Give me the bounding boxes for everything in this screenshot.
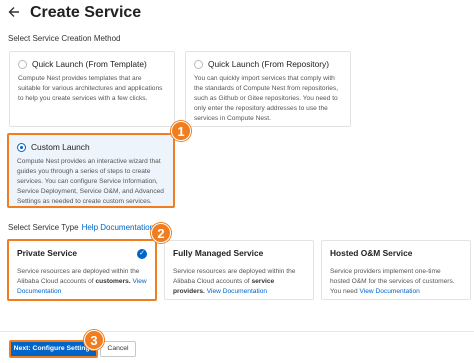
option-quick-launch-template[interactable]: Quick Launch (From Template) Compute Nes… bbox=[9, 51, 175, 127]
service-type-fully-managed[interactable]: Fully Managed Service Service resources … bbox=[164, 240, 314, 300]
option-quick-launch-repository[interactable]: Quick Launch (From Repository) You can q… bbox=[185, 51, 351, 127]
option-custom-launch[interactable]: Custom Launch Compute Nest provides an i… bbox=[7, 133, 175, 208]
desc-text: Service resources are deployed within th… bbox=[173, 268, 296, 285]
creation-method-label: Select Service Creation Method bbox=[8, 34, 121, 43]
service-type-title: Hosted O&M Service bbox=[330, 248, 413, 258]
annotation-badge-1: 1 bbox=[171, 121, 191, 141]
service-type-description: Service resources are deployed within th… bbox=[173, 267, 305, 297]
service-type-hosted-om[interactable]: Hosted O&M Service Service providers imp… bbox=[321, 240, 471, 300]
annotation-badge-2: 2 bbox=[151, 223, 171, 243]
option-title: Quick Launch (From Repository) bbox=[208, 59, 330, 69]
service-type-title: Fully Managed Service bbox=[173, 248, 264, 258]
annotation-badge-3: 3 bbox=[84, 330, 104, 350]
arrow-left-icon[interactable] bbox=[8, 6, 22, 20]
page-header: Create Service bbox=[8, 4, 141, 22]
help-documentation-link[interactable]: Help Documentation bbox=[82, 223, 154, 232]
page-title: Create Service bbox=[30, 4, 142, 21]
option-description: You can quickly import services that com… bbox=[194, 75, 339, 122]
service-type-label-text: Select Service Type bbox=[8, 223, 79, 232]
cancel-button[interactable]: Cancel bbox=[100, 341, 136, 357]
service-type-description: Service resources are deployed within th… bbox=[17, 267, 147, 297]
check-circle-icon: ✓ bbox=[137, 249, 147, 259]
radio-button[interactable] bbox=[18, 59, 27, 69]
option-title: Custom Launch bbox=[31, 142, 90, 152]
footer-divider bbox=[0, 331, 474, 332]
option-description: Compute Nest provides templates that are… bbox=[18, 75, 163, 102]
view-documentation-link[interactable]: View Documentation bbox=[207, 288, 267, 295]
radio-button[interactable] bbox=[194, 59, 203, 69]
service-type-description: Service providers implement one-time hos… bbox=[330, 267, 462, 297]
service-type-private[interactable]: Private Service ✓ Service resources are … bbox=[7, 239, 157, 301]
option-description: Compute Nest provides an interactive wiz… bbox=[17, 158, 164, 205]
option-title: Quick Launch (From Template) bbox=[32, 59, 147, 69]
view-documentation-link[interactable]: View Documentation bbox=[359, 288, 419, 295]
desc-bold: customers. bbox=[95, 278, 131, 285]
service-type-label: Select Service Type Help Documentation bbox=[8, 223, 154, 232]
service-type-title: Private Service bbox=[17, 248, 78, 258]
radio-button-checked[interactable] bbox=[17, 142, 26, 152]
